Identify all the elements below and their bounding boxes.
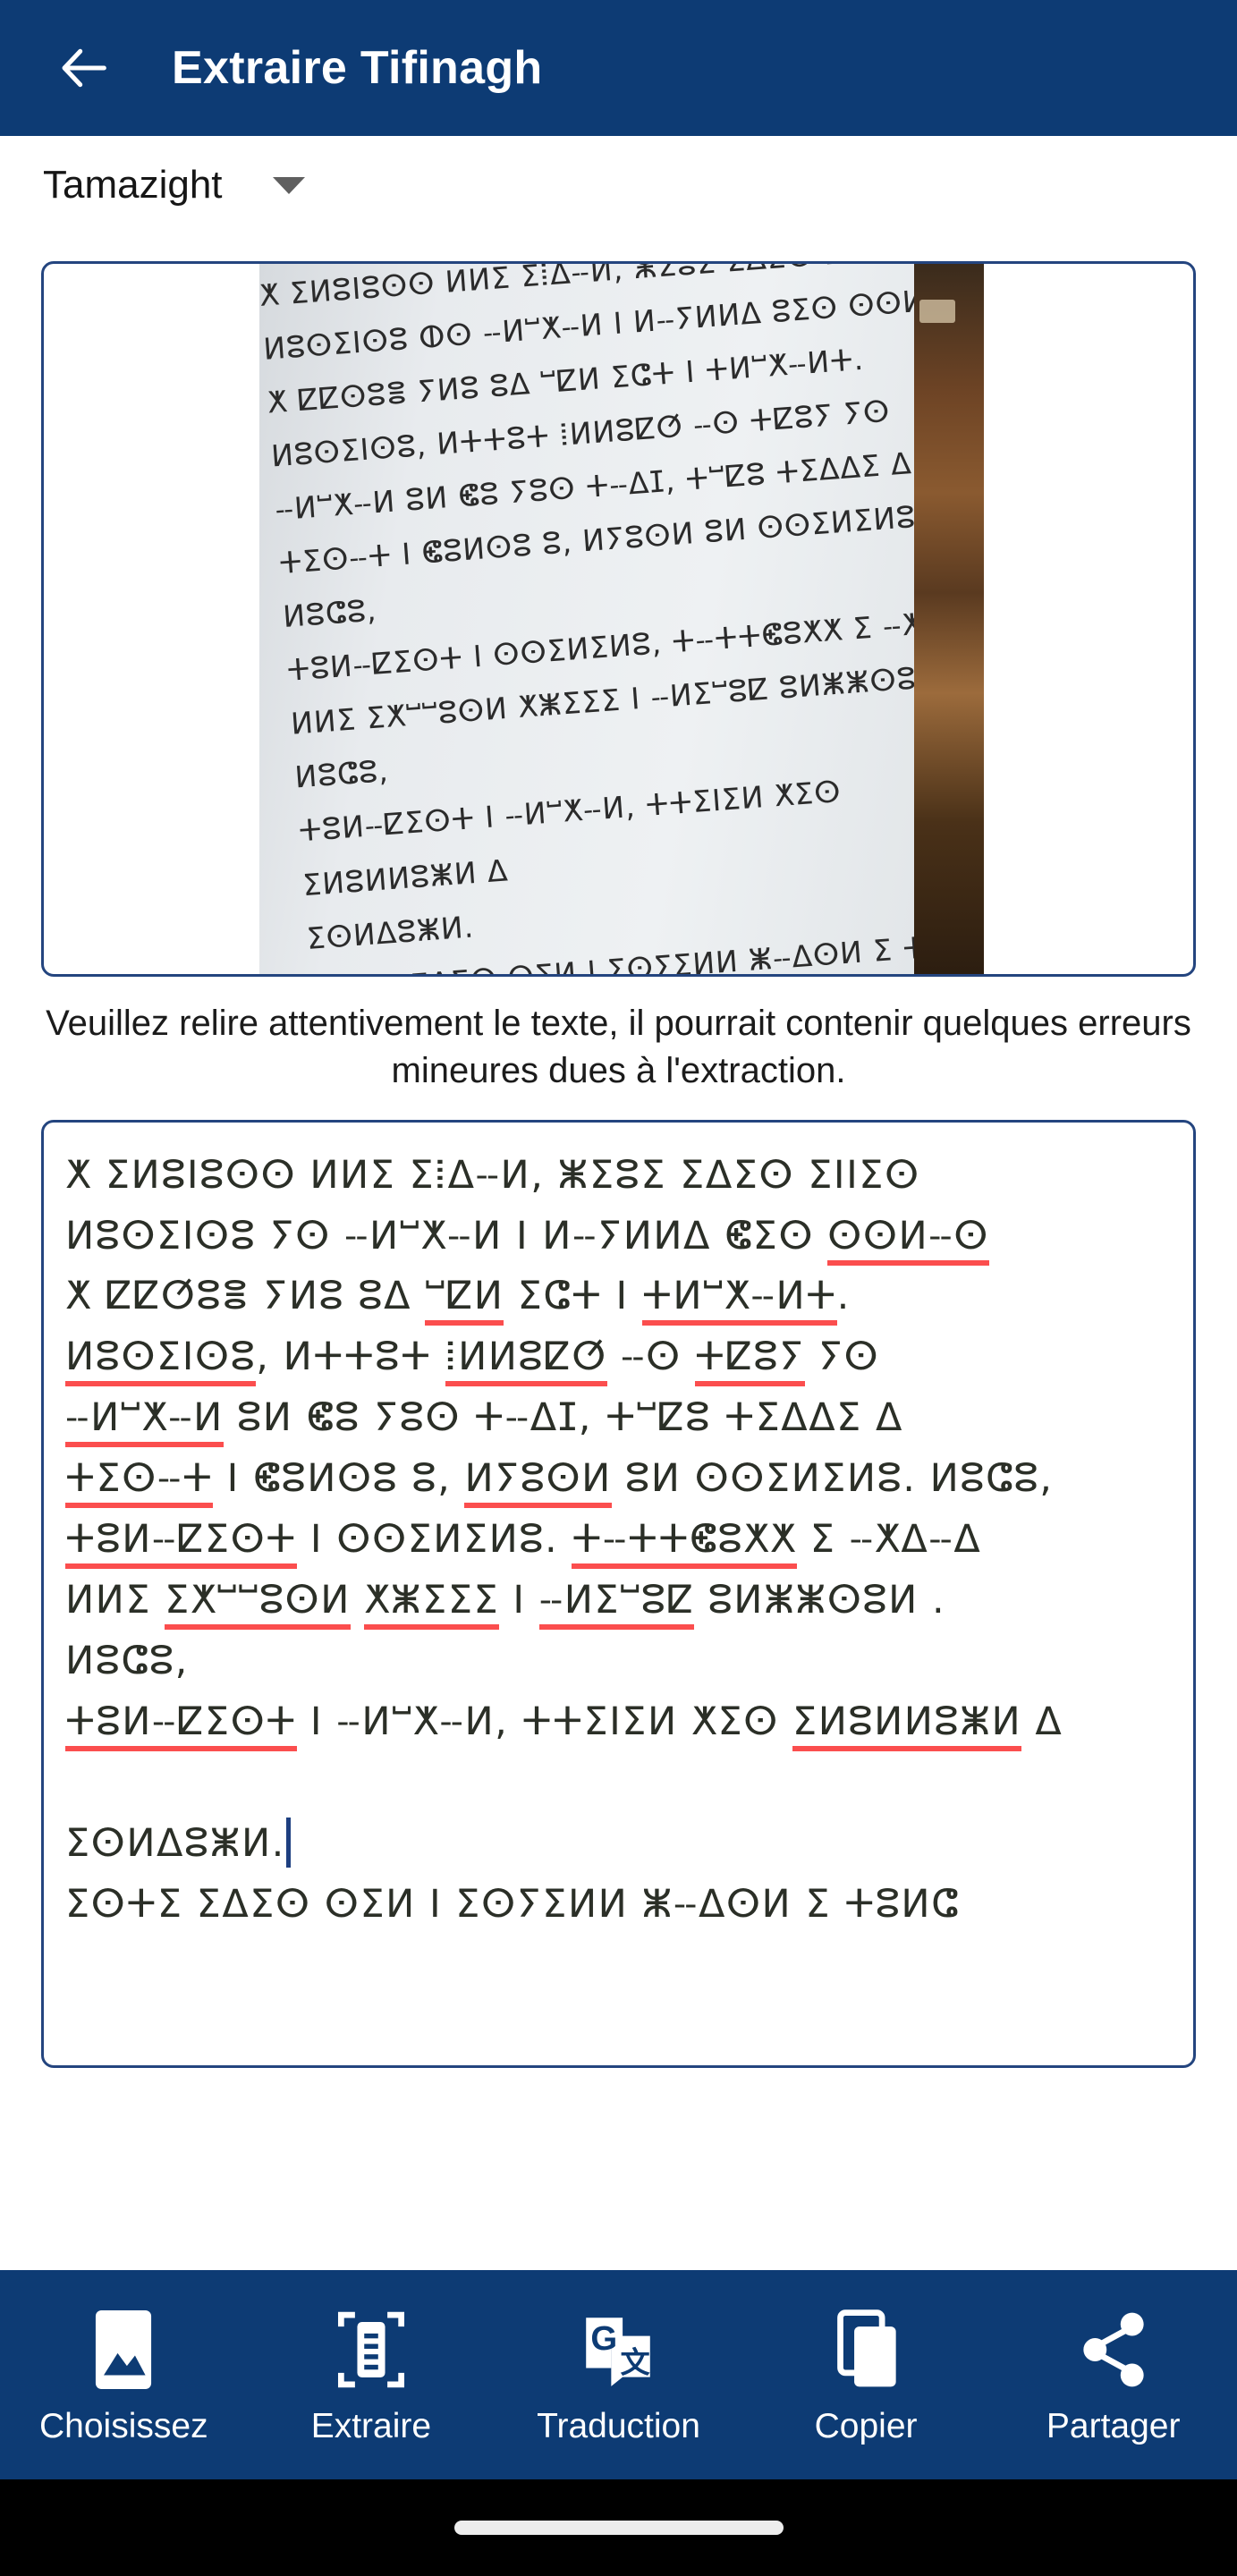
- spellcheck-error[interactable]: ⵜⵓⵍⵧⵇⵉⵙⵜ: [65, 1517, 297, 1570]
- nav-label: Choisissez: [39, 2407, 208, 2445]
- extracted-text-editor[interactable]: ⵅ ⵉⵍⵓⵏⵓⵙⵙ ⵍⵍⵉ ⵉⵂⵠⵧⵍ, ⵥⵉⵓⵉ ⵉⵠⵉⵙ ⵉⵏⵏⵉⵙ ⵍⵓⵙⵉ…: [65, 1146, 1173, 1936]
- extracted-text-line: ⵉⵙⵍⵠⵓⵥⵍ.: [65, 1814, 1173, 1875]
- nav-item-copier[interactable]: Copier: [754, 2303, 978, 2446]
- spellcheck-error[interactable]: ⵜⵍⵯⵅⵧⵍⵜ: [641, 1274, 837, 1326]
- spellcheck-error[interactable]: ⵧⵍⵯⵅⵧⵍ: [65, 1395, 224, 1448]
- spellcheck-error[interactable]: ⵍⵢⵓⵙⵍ: [464, 1456, 612, 1509]
- home-indicator[interactable]: [453, 2521, 784, 2535]
- extracted-text-line: ⵉⵙⵜⵉ ⵉⵠⵉⵙ ⵙⵉⵍ I ⵉⵙⵢⵉⵍⵍ ⵥⵧⵠⵙⵍ ⵉ ⵜⵓⵍⵛ: [65, 1881, 960, 1927]
- document-scan-icon: [332, 2303, 411, 2396]
- bottom-navigation-bar: Choisissez Extraire G 文 Traduction Copie…: [0, 2270, 1237, 2479]
- extracted-text-line: ⵅ ⵉⵍⵓⵏⵓⵙⵙ ⵍⵍⵉ ⵉⵂⵠⵧⵍ, ⵥⵉⵓⵉ ⵉⵠⵉⵙ ⵉⵏⵏⵉⵙ: [65, 1152, 920, 1198]
- extracted-text-line: [65, 1753, 1173, 1814]
- extracted-text-card[interactable]: ⵅ ⵉⵍⵓⵏⵓⵙⵙ ⵍⵍⵉ ⵉⵂⵠⵧⵍ, ⵥⵉⵓⵉ ⵉⵠⵉⵙ ⵉⵏⵏⵉⵙ ⵍⵓⵙⵉ…: [41, 1119, 1196, 2068]
- nav-item-choisissez[interactable]: Choisissez: [12, 2303, 235, 2446]
- spellcheck-error[interactable]: ⵂⵍⵍⵓⵇⵚ: [445, 1335, 607, 1387]
- image-preview-card[interactable]: ⵅ ⵉⵍⵓⵏⵓⵙⵙ ⵍⵍⵉ ⵉⵂⵠⵧⵍ, ⵥⵉⵓⵉ ⵉⵠⵉⵙ ⵉⵏⵏⵉⵙ ⵍⵓⵙ…: [41, 261, 1196, 977]
- spellcheck-error[interactable]: ⵙⵙⵍⵧⵙ: [827, 1213, 989, 1266]
- spellcheck-error[interactable]: ⵜⵇⵓⵢ: [694, 1335, 805, 1387]
- source-image-text: ⵅ ⵉⵍⵓⵏⵓⵙⵙ ⵍⵍⵉ ⵉⵂⵠⵧⵍ, ⵥⵉⵓⵉ ⵉⵠⵉⵙ ⵉⵏⵏⵉⵙ ⵍⵓⵙ…: [259, 264, 984, 977]
- extracted-text-line: ⵅ ⵇⵇⵚⵓⴻ ⵢⵍⵓ ⵓⵠ ⵯⵇⵍ ⵉⵛⵜ I ⵜⵍⵯⵅⵧⵍⵜ.: [65, 1267, 1173, 1327]
- nav-label: Extraire: [310, 2407, 432, 2445]
- photo-background-object: [914, 264, 984, 974]
- extracted-text-line: ⵜⵓⵍⵧⵇⵉⵙⵜ I ⵙⵙⵉⵍⵉⵍⵓ. ⵜⵧⵜⵜⵞⵓⵅⵅ ⵉ ⵧⵅⵠⵧⵠ: [65, 1510, 1173, 1571]
- spellcheck-error[interactable]: ⵉⵍⵓⵍⵍⵓⵥⵍ: [792, 1699, 1022, 1752]
- arrow-left-icon: [56, 39, 114, 97]
- spellcheck-error[interactable]: ⵜⵓⵍⵧⵇⵉⵙⵜ: [65, 1699, 297, 1752]
- copy-icon: [826, 2303, 905, 2396]
- extracted-text-line: ⵍⵓⵙⵉⵏⵙⵓ ⵢⵙ ⵧⵍⵯⵅⵧⵍ I ⵍⵧⵢⵍⵍⵠ ⵞⵉⵙ ⵙⵙⵍⵧⵙ: [65, 1207, 1173, 1267]
- gesture-navigation-bar: [0, 2479, 1237, 2576]
- spellcheck-error[interactable]: ⵧⵍⵉⵯⵓⵇ: [538, 1578, 695, 1631]
- extracted-text-line: ⵧⵍⵯⵅⵧⵍ ⵓⵍ ⵞⵓ ⵢⵓⵙ ⵜⵧⵠⵊ, ⵜⵯⵇⵓ ⵜⵉⵠⵠⵉ ⵠ: [65, 1388, 1173, 1449]
- app-bar: Extraire Tifinagh: [0, 0, 1237, 136]
- extracted-text-line: ⵜⵉⵙⵧⵜ I ⵞⵓⵍⵙⵓ ⵓ, ⵍⵢⵓⵙⵍ ⵓⵍ ⵙⵙⵉⵍⵉⵍⵓ. ⵍⵓⵛⵓ,: [65, 1449, 1173, 1510]
- svg-text:G: G: [591, 2319, 618, 2358]
- spellcheck-error[interactable]: ⵉⵅⵯⵯⵓⵙⵍ: [165, 1578, 351, 1631]
- back-button[interactable]: [52, 35, 118, 101]
- spellcheck-error[interactable]: ⵜⵉⵙⵧⵜ: [65, 1456, 214, 1509]
- language-selector[interactable]: Tamazight: [0, 136, 1237, 234]
- spellcheck-error[interactable]: ⵍⵓⵙⵉⵏⵙⵓ: [65, 1335, 257, 1387]
- extraction-hint: Veuillez relire attentivement le texte, …: [46, 1004, 1191, 1090]
- image-icon: [84, 2303, 163, 2396]
- spellcheck-error[interactable]: ⵜⵧⵜⵜⵞⵓⵅⵅ: [572, 1517, 797, 1570]
- nav-item-traduction[interactable]: G 文 Traduction: [506, 2303, 730, 2446]
- nav-label: Traduction: [537, 2407, 700, 2445]
- nav-item-extraire[interactable]: Extraire: [259, 2303, 483, 2446]
- nav-label: Partager: [1046, 2407, 1181, 2445]
- page-title: Extraire Tifinagh: [172, 42, 543, 94]
- nav-label: Copier: [814, 2407, 918, 2445]
- source-image: ⵅ ⵉⵍⵓⵏⵓⵙⵙ ⵍⵍⵉ ⵉⵂⵠⵧⵍ, ⵥⵉⵓⵉ ⵉⵠⵉⵙ ⵉⵏⵏⵉⵙ ⵍⵓⵙ…: [259, 264, 984, 977]
- svg-text:文: 文: [621, 2347, 651, 2380]
- text-cursor: [285, 1817, 291, 1868]
- nav-item-partager[interactable]: Partager: [1002, 2303, 1225, 2446]
- extracted-text-line: ⵍⵓⵙⵉⵏⵙⵓ, ⵍⵜⵜⵓⵜ ⵂⵍⵍⵓⵇⵚ ⵧⵙ ⵜⵇⵓⵢ ⵢⵙ: [65, 1327, 1173, 1388]
- language-selected-value: Tamazight: [43, 163, 223, 207]
- extracted-text-line: ⵍⵓⵛⵓ,: [65, 1639, 189, 1684]
- spellcheck-error[interactable]: ⵅⵥⵉⵉⵉ: [364, 1578, 500, 1631]
- chevron-down-icon: [272, 176, 305, 194]
- spellcheck-error[interactable]: ⵯⵇⵍ: [425, 1274, 504, 1326]
- share-icon: [1074, 2303, 1153, 2396]
- google-translate-icon: G 文: [577, 2303, 659, 2396]
- extracted-text-line: ⵍⵍⵉ ⵉⵅⵯⵯⵓⵙⵍ ⵅⵥⵉⵉⵉ I ⵧⵍⵉⵯⵓⵇ ⵓⵍⵥⵥⵙⵓⵍ .: [65, 1571, 1173, 1631]
- extracted-text-line: ⵜⵓⵍⵧⵇⵉⵙⵜ I ⵧⵍⵯⵅⵧⵍ, ⵜⵜⵉⵏⵉⵍ ⵅⵉⵙ ⵉⵍⵓⵍⵍⵓⵥⵍ ⵠ: [65, 1692, 1173, 1753]
